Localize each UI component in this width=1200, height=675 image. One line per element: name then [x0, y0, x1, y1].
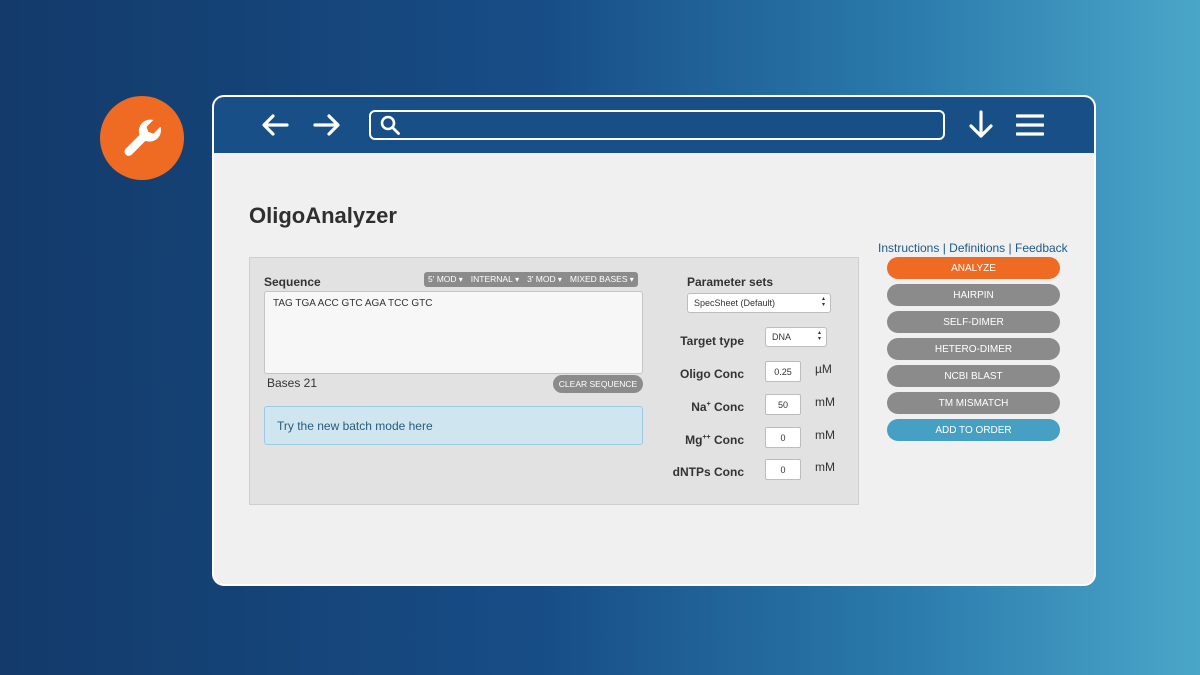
hetero-dimer-button[interactable]: HETERO-DIMER: [887, 338, 1060, 360]
ncbi-blast-button[interactable]: NCBI BLAST: [887, 365, 1060, 387]
forward-button[interactable]: [312, 111, 342, 139]
mod-5prime-dropdown[interactable]: 5' MOD: [424, 272, 467, 287]
oligo-conc-input[interactable]: 0.25: [765, 361, 801, 382]
definitions-link[interactable]: Definitions: [949, 241, 1005, 255]
dntps-conc-label: dNTPs Conc: [672, 465, 744, 479]
arrow-right-icon: [313, 114, 340, 136]
search-icon: [380, 115, 400, 135]
browser-toolbar: [214, 97, 1094, 153]
oligo-conc-unit: µM: [815, 362, 832, 376]
tm-mismatch-button[interactable]: TM MISMATCH: [887, 392, 1060, 414]
hairpin-button[interactable]: HAIRPIN: [887, 284, 1060, 306]
analyze-button[interactable]: ANALYZE: [887, 257, 1060, 279]
instructions-link[interactable]: Instructions: [878, 241, 939, 255]
dntps-conc-input[interactable]: 0: [765, 459, 801, 480]
sequence-label: Sequence: [264, 275, 321, 289]
feedback-link[interactable]: Feedback: [1015, 241, 1068, 255]
sequence-textarea[interactable]: TAG TGA ACC GTC AGA TCC GTC: [264, 291, 643, 374]
na-conc-label: Na+ Conc: [691, 400, 744, 414]
arrow-left-icon: [262, 114, 289, 136]
parameter-set-select[interactable]: SpecSheet (Default): [687, 293, 831, 313]
download-button[interactable]: [967, 110, 995, 145]
wrench-icon: [124, 119, 161, 156]
target-type-label: Target type: [680, 334, 744, 348]
batch-mode-text: Try the new batch mode: [277, 419, 409, 433]
browser-window: OligoAnalyzer Sequence 5' MOD INTERNAL 3…: [212, 95, 1096, 586]
oligo-conc-label: Oligo Conc: [680, 367, 744, 381]
mod-internal-dropdown[interactable]: INTERNAL: [467, 272, 523, 287]
tool-badge: [100, 96, 184, 180]
target-type-select[interactable]: DNA: [765, 327, 827, 347]
mg-conc-unit: mM: [815, 428, 835, 442]
add-to-order-button[interactable]: ADD TO ORDER: [887, 419, 1060, 441]
help-links: Instructions | Definitions | Feedback: [878, 241, 1068, 255]
back-button[interactable]: [260, 111, 290, 139]
batch-mode-link[interactable]: here: [409, 419, 433, 433]
mg-conc-input[interactable]: 0: [765, 427, 801, 448]
link-separator: |: [939, 241, 950, 255]
menu-button[interactable]: [1015, 113, 1045, 142]
analyzer-panel: Sequence 5' MOD INTERNAL 3' MOD MIXED BA…: [249, 257, 859, 505]
hamburger-menu-icon: [1015, 114, 1045, 136]
parameter-sets-label: Parameter sets: [687, 275, 774, 289]
page-title: OligoAnalyzer: [249, 203, 397, 228]
na-conc-unit: mM: [815, 395, 835, 409]
modification-toolbar: 5' MOD INTERNAL 3' MOD MIXED BASES: [424, 272, 638, 287]
download-icon: [969, 110, 993, 138]
address-bar[interactable]: [369, 110, 945, 140]
bases-count: Bases 21: [267, 376, 318, 390]
mod-3prime-dropdown[interactable]: 3' MOD: [523, 272, 566, 287]
link-separator: |: [1005, 241, 1015, 255]
na-conc-input[interactable]: 50: [765, 394, 801, 415]
dntps-conc-unit: mM: [815, 460, 835, 474]
batch-mode-notice: Try the new batch mode here: [264, 406, 643, 445]
mg-conc-label: Mg++ Conc: [685, 433, 744, 447]
mixed-bases-dropdown[interactable]: MIXED BASES: [566, 272, 638, 287]
clear-sequence-button[interactable]: CLEAR SEQUENCE: [553, 375, 643, 393]
self-dimer-button[interactable]: SELF-DIMER: [887, 311, 1060, 333]
